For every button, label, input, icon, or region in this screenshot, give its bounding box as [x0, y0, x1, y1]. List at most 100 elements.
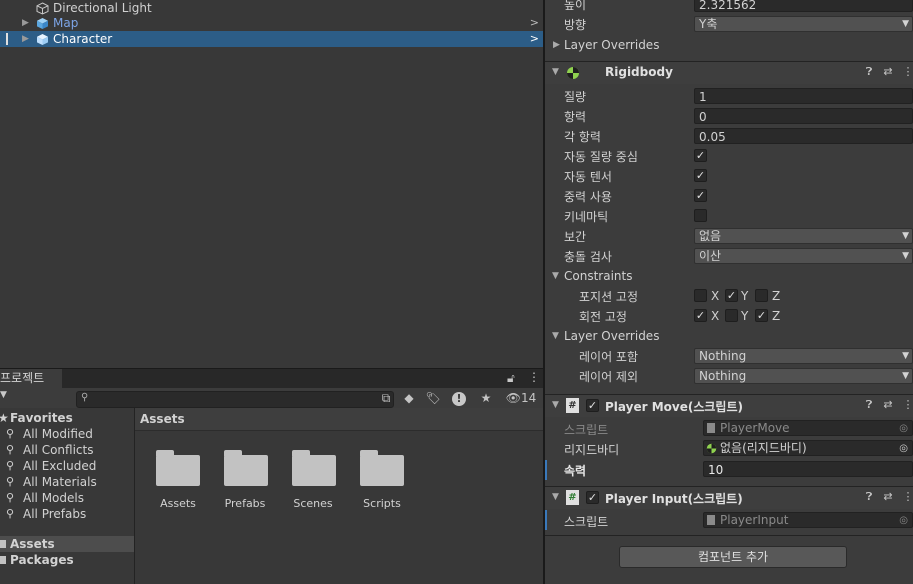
foldout-arrow-icon[interactable]: ▼ — [552, 67, 559, 77]
expand-arrow-icon[interactable]: ▶ — [22, 31, 29, 47]
expand-arrow-icon[interactable]: ▶ — [22, 15, 29, 31]
presets-icon[interactable]: ⇄ — [881, 65, 895, 78]
folder-icon[interactable] — [292, 450, 336, 486]
folder-label[interactable]: Scenes — [278, 497, 348, 510]
axis-x-label: X — [711, 309, 720, 323]
foldout-arrow-icon[interactable]: ▶ — [553, 40, 560, 50]
foldout-arrow-icon[interactable]: ▼ — [552, 271, 559, 281]
hierarchy-item-label: Character — [53, 32, 113, 46]
search-icon: ⚲ — [6, 491, 15, 504]
collision-detection-dropdown[interactable]: 이산 ▼ — [694, 248, 913, 264]
angular-drag-field[interactable]: 0.05 — [694, 128, 913, 144]
hidden-packages-toggle[interactable]: 👁︎14 — [502, 389, 540, 407]
freeze-position-x-checkbox[interactable] — [694, 289, 707, 302]
object-picker-icon: ◎ — [899, 515, 908, 526]
more-menu-icon[interactable]: ⋮ — [528, 370, 540, 384]
search-icon: ⚲ — [6, 507, 15, 520]
layer-overrides-foldout[interactable]: Layer Overrides — [564, 38, 659, 52]
freeze-rotation-z-checkbox[interactable]: ✓ — [755, 309, 768, 322]
folder-label[interactable]: Prefabs — [210, 497, 280, 510]
help-icon[interactable]: ❓︎ — [862, 398, 876, 412]
freeze-position-z-checkbox[interactable] — [755, 289, 768, 302]
foldout-arrow-icon[interactable]: ▼ — [552, 331, 559, 341]
foldout-arrow-icon[interactable]: ▼ — [552, 400, 559, 410]
tab-label: 프로젝트 — [0, 371, 45, 385]
presets-icon[interactable]: ⇄ — [881, 490, 895, 503]
drag-field[interactable]: 0 — [694, 108, 913, 124]
favorite-item[interactable]: ⚲ All Prefabs — [0, 506, 134, 522]
folder-icon[interactable] — [156, 450, 200, 486]
object-picker-icon[interactable]: ◎ — [899, 441, 908, 456]
exclude-layers-dropdown[interactable]: Nothing ▼ — [694, 368, 913, 384]
presets-icon[interactable]: ⇄ — [881, 398, 895, 411]
favorite-item[interactable]: ⚲ All Conflicts — [0, 442, 134, 458]
filter-by-label-icon[interactable]: 🏷︎ — [422, 389, 444, 407]
use-gravity-checkbox[interactable]: ✓ — [694, 189, 707, 202]
more-menu-icon[interactable]: ⋮ — [901, 490, 913, 503]
folder-icon — [0, 540, 6, 548]
kinematic-checkbox[interactable] — [694, 209, 707, 222]
create-dropdown-icon[interactable]: ▼ — [0, 390, 7, 400]
hierarchy-item-directional-light[interactable]: Directional Light — [0, 0, 543, 16]
packages-root-item[interactable]: Packages — [0, 552, 134, 568]
assets-root-item[interactable]: Assets — [0, 536, 134, 552]
search-scope-icon[interactable]: ⧉ — [375, 389, 397, 407]
height-field[interactable]: 2.321562 — [694, 0, 913, 12]
favorite-item[interactable]: ⚲ All Materials — [0, 474, 134, 490]
direction-label: 방향 — [564, 18, 587, 32]
folder-label[interactable]: Assets — [143, 497, 213, 510]
help-icon[interactable]: ❓︎ — [862, 65, 876, 79]
foldout-arrow-icon[interactable]: ▼ — [552, 492, 559, 502]
add-component-button[interactable]: 컴포넌트 추가 — [619, 546, 847, 568]
speed-label: 속력 — [564, 464, 587, 478]
project-folder-tree: ★ Favorites ⚲ All Modified ⚲ All Conflicts … — [0, 408, 135, 584]
chevron-right-icon[interactable]: > — [530, 31, 539, 47]
more-menu-icon[interactable]: ⋮ — [901, 65, 913, 78]
include-layers-dropdown[interactable]: Nothing ▼ — [694, 348, 913, 364]
hidden-count: 14 — [520, 391, 537, 405]
chevron-right-icon[interactable]: > — [530, 15, 539, 31]
component-enabled-checkbox[interactable]: ✓ — [586, 491, 599, 504]
player-input-header[interactable]: ▼ # ✓ Player Input(스크립트) ❓︎ ⇄ ⋮ — [545, 486, 913, 509]
interpolate-dropdown[interactable]: 없음 ▼ — [694, 228, 913, 244]
folder-icon[interactable] — [360, 450, 404, 486]
direction-dropdown[interactable]: Y축 ▼ — [694, 16, 913, 32]
player-move-header[interactable]: ▼ # ✓ Player Move(스크립트) ❓︎ ⇄ ⋮ — [545, 394, 913, 417]
freeze-position-y-checkbox[interactable]: ✓ — [725, 289, 738, 302]
script-label: 스크립트 — [564, 423, 609, 437]
component-enabled-checkbox[interactable]: ✓ — [586, 399, 599, 412]
freeze-rotation-label: 회전 고정 — [579, 310, 627, 324]
use-gravity-label: 중력 사용 — [564, 190, 612, 204]
freeze-rotation-y-checkbox[interactable] — [725, 309, 738, 322]
auto-center-of-mass-checkbox[interactable]: ✓ — [694, 149, 707, 162]
layer-overrides-foldout[interactable]: Layer Overrides — [564, 329, 659, 343]
axis-z-label: Z — [772, 289, 781, 303]
speed-field[interactable]: 10 — [703, 461, 913, 477]
log-icon[interactable]: ! — [448, 389, 470, 407]
rigidbody-object-field[interactable]: 없음(리지드바디) ◎ — [703, 440, 913, 456]
freeze-rotation-x-checkbox[interactable]: ✓ — [694, 309, 707, 322]
folder-icon[interactable] — [224, 450, 268, 486]
mass-field[interactable]: 1 — [694, 88, 913, 104]
favorite-item[interactable]: ⚲ All Models — [0, 490, 134, 506]
lock-icon[interactable]: 🔓︎ — [507, 371, 515, 386]
favorite-star-icon[interactable]: ★ — [475, 389, 497, 407]
filter-by-type-icon[interactable]: ◆ — [398, 389, 420, 407]
favorite-item[interactable]: ⚲ All Modified — [0, 426, 134, 442]
favorites-header[interactable]: ★ Favorites — [0, 410, 134, 426]
favorite-item[interactable]: ⚲ All Excluded — [0, 458, 134, 474]
more-menu-icon[interactable]: ⋮ — [901, 398, 913, 411]
hierarchy-item-character[interactable]: ▶ Character > — [0, 31, 543, 47]
rigidbody-header[interactable]: ▼ Rigidbody ❓︎ ⇄ ⋮ — [545, 61, 913, 84]
tab-project[interactable]: 프로젝트 — [0, 369, 62, 388]
help-icon[interactable]: ❓︎ — [862, 490, 876, 504]
folder-label[interactable]: Scripts — [347, 497, 417, 510]
hierarchy-item-map[interactable]: ▶ Map > — [0, 15, 543, 31]
hierarchy-item-label: Map — [53, 16, 79, 30]
constraints-foldout[interactable]: Constraints — [564, 269, 632, 283]
eye-slash-icon: 👁︎ — [505, 391, 521, 405]
selection-marker — [6, 33, 8, 45]
auto-tensor-checkbox[interactable]: ✓ — [694, 169, 707, 182]
modified-indicator — [545, 510, 547, 530]
search-input[interactable]: ⚲ — [76, 391, 394, 408]
